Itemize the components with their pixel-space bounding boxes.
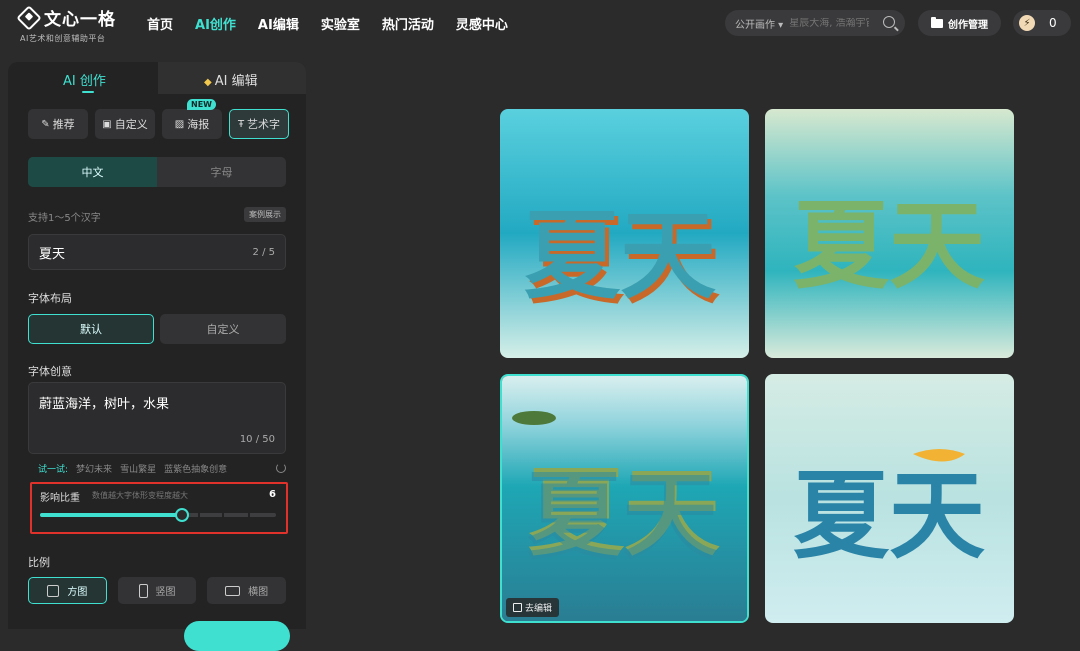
creation-manage-label: 创作管理 [948,19,988,31]
try-item[interactable]: 雪山繁星 [120,462,156,475]
square-ratio-icon [47,584,60,597]
points-balance[interactable]: ⚡ 0 [1013,10,1071,36]
ratio-square-label: 方图 [67,587,88,598]
idea-value: 蔚蓝海洋，树叶，水果 [39,397,170,412]
weight-slider[interactable] [40,508,276,522]
slider-handle[interactable] [175,508,189,522]
lightning-icon: ⚡ [1019,15,1035,31]
weight-value: 6 [269,489,276,500]
search-scope-select[interactable]: 公开画作 ▾ [735,16,783,31]
type-custom-button[interactable]: ▣ 自定义 [95,109,155,139]
type-recommend-button[interactable]: ✎ 推荐 [28,109,88,139]
type-poster-label: 海报 [187,118,210,131]
go-edit-label: 去编辑 [525,604,553,614]
type-custom-label: 自定义 [114,118,148,131]
influence-weight-control: 影响比重 数值越大字体形变程度越大 6 [30,482,288,534]
try-suggestions: 试一试: 梦幻未来 雪山繁星 蓝紫色抽象创意 [38,462,286,475]
tab-ai-edit-label: AI 编辑 [214,74,258,89]
search-icon[interactable] [883,16,895,28]
main-nav: 首页 AI创作 AI编辑 实验室 热门活动 灵感中心 [147,14,530,33]
weight-label: 影响比重 [40,493,80,504]
slider-tick [198,513,200,517]
generate-button[interactable] [184,621,290,651]
logo-icon [16,4,42,31]
slider-tick [222,513,224,517]
card-1-text-top: 夏天 [524,200,716,312]
text-char-count: 2 / 5 [252,246,275,258]
creation-manage-button[interactable]: 创作管理 [918,10,1001,36]
try-label: 试一试: [38,465,69,475]
creation-panel: AI 创作 ◆ AI 编辑 ✎ 推荐 ▣ 自定义 NEW ▨ 海报 Ŧ 艺术字 中文 字母 … [8,62,306,651]
ratio-horizontal-label: 横图 [248,587,269,598]
text-hint: 支持1～5个汉字 [28,213,101,224]
idea-textarea[interactable]: 蔚蓝海洋，树叶，水果 10 / 50 [28,382,286,454]
nav-inspiration[interactable]: 灵感中心 [456,14,508,33]
gem-icon: ◆ [204,77,212,88]
try-item[interactable]: 蓝紫色抽象创意 [164,462,227,475]
idea-char-count: 10 / 50 [239,434,275,445]
edit-icon [513,603,522,612]
refresh-icon[interactable] [276,463,286,473]
ratio-vertical-button[interactable]: 竖图 [117,577,197,604]
slider-fill [40,513,182,517]
layout-toggle: 默认 自定义 [28,314,286,344]
weight-description: 数值越大字体形变程度越大 [92,491,188,500]
result-image-4[interactable]: 夏天 [765,374,1014,623]
layout-default-button[interactable]: 默认 [28,314,154,344]
nav-events[interactable]: 热门活动 [382,14,434,33]
lang-chinese-button[interactable]: 中文 [28,157,157,187]
tab-ai-edit[interactable]: ◆ AI 编辑 [204,70,258,89]
brand-logo[interactable]: 文心一格 AI艺术和创意辅助平台 [16,4,116,44]
type-recommend-label: 推荐 [52,118,75,131]
brand-title: 文心一格 [44,10,116,30]
new-badge: NEW [187,99,216,110]
result-image-3[interactable]: 夏天 夏天 去编辑 [500,374,749,623]
language-toggle: 中文 字母 [28,157,286,187]
points-value: 0 [1049,16,1057,30]
lang-letter-button[interactable]: 字母 [157,157,286,187]
example-button[interactable]: 案例展示 [244,207,286,222]
folder-icon [931,16,943,28]
text-style-icon: Ŧ [237,118,245,130]
try-item[interactable]: 梦幻未来 [76,462,112,475]
tab-active-indicator [82,91,94,93]
ratio-vertical-label: 竖图 [155,587,176,598]
ratio-options: 方图 竖图 横图 [28,577,287,604]
horizontal-ratio-icon [225,585,241,596]
card-4-text: 夏天 [793,460,985,572]
card-2-text: 夏天 [793,190,985,302]
brand-subtitle: AI艺术和创意辅助平台 [20,34,106,43]
layout-label: 字体布局 [28,292,72,305]
search-bar: 公开画作 ▾ [725,10,905,36]
nav-ai-create[interactable]: AI创作 [195,14,236,33]
ratio-square-button[interactable]: 方图 [28,577,107,604]
ratio-label: 比例 [28,556,50,569]
result-image-1[interactable]: 夏天 夏天 [500,109,749,358]
creation-type-row: ✎ 推荐 ▣ 自定义 NEW ▨ 海报 Ŧ 艺术字 [28,99,289,139]
layout-custom-button[interactable]: 自定义 [160,314,286,344]
go-edit-button[interactable]: 去编辑 [506,598,560,617]
result-image-2[interactable]: 夏天 [765,109,1014,358]
brush-icon: ✎ [41,118,50,130]
type-art-text-button[interactable]: Ŧ 艺术字 [229,109,289,139]
vertical-ratio-icon [138,583,148,598]
type-poster-button[interactable]: NEW ▨ 海报 [162,99,222,139]
text-input-value: 夏天 [39,246,66,262]
search-input[interactable] [789,17,870,29]
image-icon: ▨ [174,118,185,130]
cube-icon: ▣ [102,118,112,130]
nav-ai-edit[interactable]: AI编辑 [258,14,299,33]
nav-lab[interactable]: 实验室 [321,14,360,33]
card-3-text-shadow: 夏天 [526,461,718,573]
idea-label: 字体创意 [28,365,72,378]
nav-home[interactable]: 首页 [147,14,173,33]
ratio-horizontal-button[interactable]: 横图 [207,577,287,604]
slider-tick [248,513,250,517]
type-art-text-label: 艺术字 [247,118,281,131]
tab-ai-create[interactable]: AI 创作 [63,70,106,89]
text-input-field[interactable]: 夏天 2 / 5 [28,234,286,270]
top-header: 文心一格 AI艺术和创意辅助平台 首页 AI创作 AI编辑 实验室 热门活动 灵… [0,0,1080,48]
